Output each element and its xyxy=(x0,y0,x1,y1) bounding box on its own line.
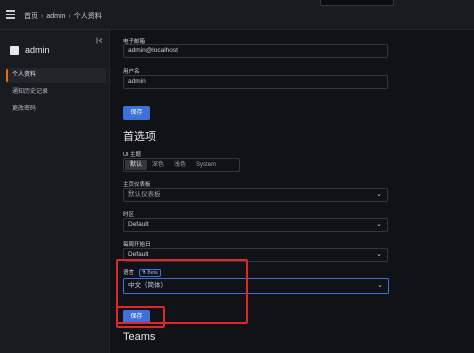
breadcrumb-admin[interactable]: admin xyxy=(46,13,65,20)
user-header: admin xyxy=(10,45,50,55)
main-content: 电子邮箱 admin@localhost 用户名 admin 保存 首选项 UI… xyxy=(110,30,474,353)
avatar xyxy=(10,45,19,55)
sidebar-item-change-password[interactable]: 更改密码 xyxy=(6,102,106,117)
theme-option-light[interactable]: 浅色 xyxy=(169,160,191,170)
breadcrumb-profile: 个人资料 xyxy=(73,13,102,20)
email-field[interactable]: admin@localhost xyxy=(123,44,388,58)
theme-option-system[interactable]: System xyxy=(191,160,221,170)
timezone-value: Default xyxy=(128,221,149,228)
home-dashboard-label: 主页仪表板 xyxy=(123,182,151,188)
sidebar: admin 个人资料 通知历史记录 更改密码 xyxy=(0,30,110,353)
theme-option-default[interactable]: 默认 xyxy=(125,160,148,170)
username-field[interactable]: admin xyxy=(123,75,388,89)
sidebar-item-profile[interactable]: 个人资料 xyxy=(6,68,106,83)
breadcrumb: 首页 › admin › 个人资料 xyxy=(24,11,102,21)
week-start-label: 每周开始日 xyxy=(123,242,151,248)
profile-save-button[interactable]: 保存 xyxy=(123,106,150,120)
sidebar-item-notification-history[interactable]: 通知历史记录 xyxy=(6,85,106,100)
timezone-label: 时区 xyxy=(123,212,135,218)
breadcrumb-home[interactable]: 首页 xyxy=(24,13,38,20)
theme-option-dark[interactable]: 深色 xyxy=(147,160,169,170)
highlight-box-save xyxy=(116,306,165,328)
user-name: admin xyxy=(25,45,50,55)
home-dashboard-value: 默认仪表板 xyxy=(128,191,161,198)
menu-icon[interactable] xyxy=(6,10,15,21)
search-input[interactable] xyxy=(320,0,394,6)
home-dashboard-select[interactable]: 默认仪表板 ⌄ xyxy=(123,188,388,202)
teams-title: Teams xyxy=(123,331,156,343)
week-start-value: Default xyxy=(128,251,149,258)
top-bar: 首页 › admin › 个人资料 xyxy=(0,0,474,30)
theme-radio-group: 默认 深色 浅色 System xyxy=(123,158,240,172)
chevron-right-icon: › xyxy=(41,13,44,20)
theme-label: UI 主题 xyxy=(123,152,142,158)
preferences-title: 首选项 xyxy=(123,131,156,143)
chevron-right-icon: › xyxy=(68,13,71,20)
chevron-down-icon: ⌄ xyxy=(376,191,382,198)
chevron-down-icon: ⌄ xyxy=(377,282,383,289)
chevron-down-icon: ⌄ xyxy=(376,221,382,228)
timezone-select[interactable]: Default ⌄ xyxy=(123,218,388,232)
dock-left-icon[interactable] xyxy=(96,37,104,44)
chevron-down-icon: ⌄ xyxy=(376,251,382,258)
username-label: 用户名 xyxy=(123,69,140,75)
